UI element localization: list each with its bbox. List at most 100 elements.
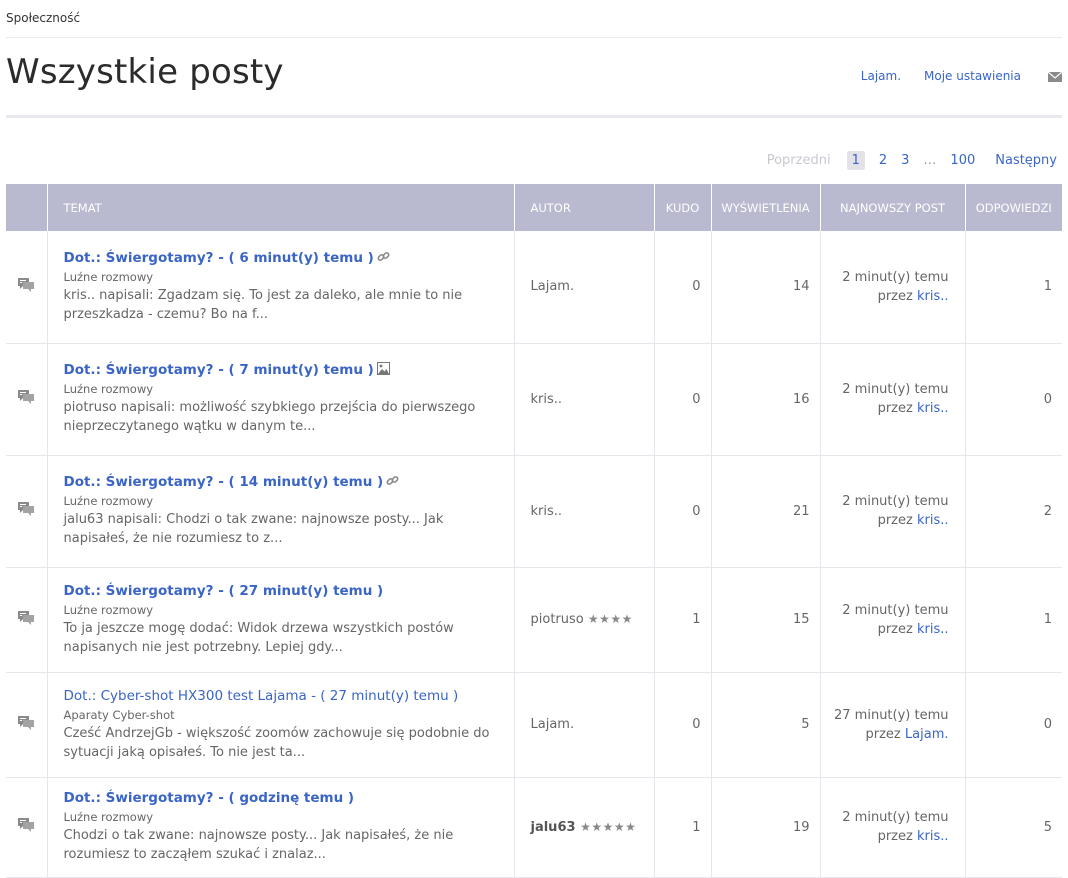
replies-count: 0 [964, 343, 1062, 456]
author-cell: Lajam. [513, 672, 654, 778]
kudo-count: 1 [653, 567, 711, 673]
envelope-icon[interactable] [1047, 71, 1063, 82]
latest-post-cell: 2 minut(y) temu przez kris.. [819, 777, 965, 878]
views-count: 5 [710, 672, 820, 778]
previous-page-button: Poprzedni [766, 153, 831, 168]
page-2-button[interactable]: 2 [879, 153, 887, 168]
latest-post-user-link[interactable]: kris.. [917, 829, 949, 844]
author-cell: jalu63 ★★★★★ [513, 777, 654, 878]
latest-post-cell: 2 minut(y) temu przez kris.. [819, 567, 965, 673]
latest-post-user-link[interactable]: kris.. [917, 289, 949, 304]
author-name[interactable]: Lajam. [531, 717, 575, 732]
post-snippet: Cześć AndrzejGb - większość zoomów zacho… [63, 725, 490, 760]
views-count: 21 [710, 455, 820, 568]
discussion-icon [18, 610, 35, 625]
board-name[interactable]: Luźne rozmowy [64, 382, 498, 396]
latest-post-time: 2 minut(y) temu [842, 269, 949, 285]
latest-post-user-link[interactable]: Lajam. [905, 727, 949, 742]
topic-cell: Dot.: Cyber-shot HX300 test Lajama - ( 2… [46, 672, 514, 778]
header-icon-column [6, 184, 47, 231]
latest-post-by: przez [877, 401, 913, 416]
replies-count: 2 [964, 455, 1062, 568]
latest-post-cell: 2 minut(y) temu przez kris.. [819, 231, 965, 344]
author-cell: kris.. [513, 455, 654, 568]
page-title: Wszystkie posty [6, 52, 284, 92]
post-snippet: Chodzi o tak zwane: najnowsze posty... J… [63, 828, 454, 862]
topic-title-link[interactable]: Dot.: Świergotamy? - ( 14 minut(y) temu … [64, 474, 384, 490]
next-page-button[interactable]: Następny [995, 153, 1057, 168]
board-name[interactable]: Aparaty Cyber-shot [64, 708, 498, 722]
user-profile-link[interactable]: Lajam. [861, 69, 901, 83]
replies-count: 0 [964, 672, 1062, 778]
page-100-button[interactable]: 100 [950, 153, 975, 168]
row-icon-cell [6, 231, 47, 344]
topic-cell: Dot.: Świergotamy? - ( 6 minut(y) temu )… [46, 231, 514, 344]
views-count: 19 [710, 777, 820, 878]
page-1-button[interactable]: 1 [846, 151, 865, 170]
latest-post-cell: 2 minut(y) temu przez kris.. [819, 455, 965, 568]
discussion-icon [18, 502, 35, 516]
discussion-icon [18, 818, 35, 832]
latest-post-time: 2 minut(y) temu [842, 382, 949, 397]
posts-table: TEMAT AUTOR KUDO WYŚWIETLENIA NAJNOWSZY … [6, 184, 1062, 878]
table-header-row: TEMAT AUTOR KUDO WYŚWIETLENIA NAJNOWSZY … [6, 184, 1062, 231]
latest-post-cell: 2 minut(y) temu przez kris.. [819, 343, 965, 456]
topic-title-link[interactable]: Dot.: Cyber-shot HX300 test Lajama - ( 2… [64, 688, 459, 704]
replies-count: 5 [964, 777, 1062, 878]
author-name[interactable]: jalu63 [531, 820, 576, 835]
topic-title-link[interactable]: Dot.: Świergotamy? - ( 6 minut(y) temu ) [64, 250, 374, 266]
replies-count: 1 [964, 231, 1062, 344]
latest-post-time: 2 minut(y) temu [842, 810, 949, 825]
replies-count: 1 [964, 567, 1062, 673]
author-rank-stars: ★★★★ [587, 612, 633, 626]
header-kudo[interactable]: KUDO [653, 184, 711, 231]
header-replies[interactable]: ODPOWIEDZI [964, 184, 1062, 231]
latest-post-by: przez [877, 288, 913, 304]
author-name[interactable]: kris.. [531, 504, 563, 519]
topic-cell: Dot.: Świergotamy? - ( 14 minut(y) temu … [46, 455, 514, 568]
author-cell: Lajam. [513, 231, 654, 344]
discussion-icon [18, 277, 35, 292]
table-row: Dot.: Świergotamy? - ( 27 minut(y) temu … [6, 567, 1062, 673]
topic-title-link[interactable]: Dot.: Świergotamy? - ( godzinę temu ) [64, 790, 355, 806]
topic-title-link[interactable]: Dot.: Świergotamy? - ( 7 minut(y) temu ) [64, 362, 374, 378]
header-author[interactable]: AUTOR [513, 184, 654, 231]
topic-cell: Dot.: Świergotamy? - ( 7 minut(y) temu )… [46, 343, 514, 456]
post-snippet: kris.. napisali: Zgadzam się. To jest za… [63, 287, 463, 322]
latest-post-by: przez [877, 513, 913, 528]
page-3-button[interactable]: 3 [901, 153, 909, 168]
row-icon-cell [6, 672, 47, 778]
topic-title-link[interactable]: Dot.: Świergotamy? - ( 27 minut(y) temu … [64, 583, 384, 599]
row-icon-cell [6, 567, 47, 673]
table-row: Dot.: Świergotamy? - ( godzinę temu ) Luź… [6, 777, 1062, 878]
breadcrumb[interactable]: Społeczność [6, 11, 80, 25]
topic-cell: Dot.: Świergotamy? - ( 27 minut(y) temu … [46, 567, 514, 673]
author-name[interactable]: piotruso [531, 612, 584, 627]
my-settings-link[interactable]: Moje ustawienia [924, 69, 1021, 83]
board-name[interactable]: Luźne rozmowy [64, 494, 498, 508]
kudo-count: 0 [653, 343, 711, 456]
header-topic[interactable]: TEMAT [46, 184, 514, 231]
board-name[interactable]: Luźne rozmowy [64, 603, 498, 617]
breadcrumb-divider [6, 37, 1062, 38]
row-icon-cell [6, 343, 47, 456]
latest-post-time: 2 minut(y) temu [842, 602, 949, 618]
kudo-count: 0 [653, 672, 711, 778]
link-icon [386, 474, 399, 487]
board-name[interactable]: Luźne rozmowy [64, 270, 498, 284]
latest-post-user-link[interactable]: kris.. [917, 401, 949, 416]
table-row: Dot.: Świergotamy? - ( 6 minut(y) temu )… [6, 231, 1062, 344]
latest-post-time: 2 minut(y) temu [842, 494, 949, 509]
row-icon-cell [6, 777, 47, 878]
author-name[interactable]: kris.. [531, 392, 563, 407]
header-latest-post[interactable]: NAJNOWSZY POST [819, 184, 965, 231]
latest-post-user-link[interactable]: kris.. [917, 622, 949, 637]
topic-cell: Dot.: Świergotamy? - ( godzinę temu ) Luź… [46, 777, 514, 878]
latest-post-user-link[interactable]: kris.. [917, 513, 949, 528]
link-icon [377, 250, 390, 263]
row-icon-cell [6, 455, 47, 568]
kudo-count: 0 [653, 455, 711, 568]
board-name[interactable]: Luźne rozmowy [64, 810, 498, 824]
header-views[interactable]: WYŚWIETLENIA [710, 184, 820, 231]
author-name[interactable]: Lajam. [531, 279, 575, 294]
